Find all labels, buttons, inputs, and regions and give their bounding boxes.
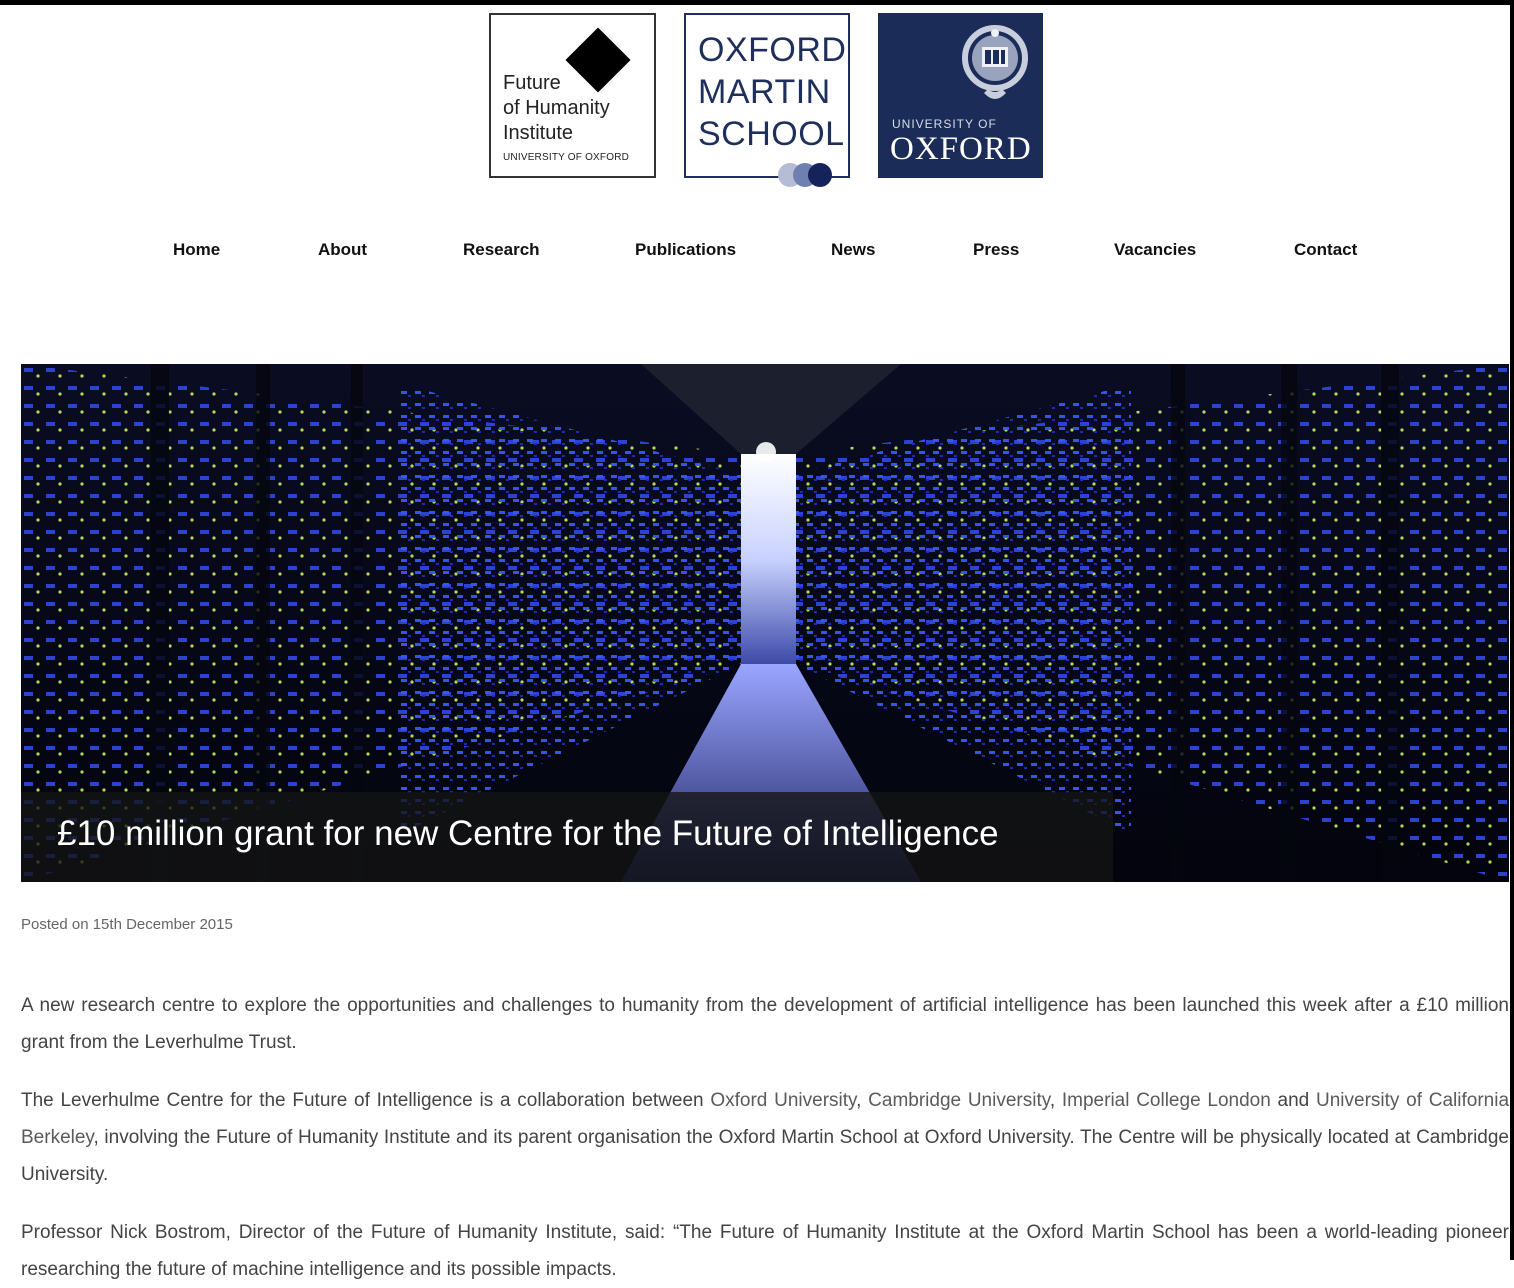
fhi-logo-text: Future of Humanity Institute: [503, 71, 610, 146]
paragraph-2-rest: , involving the Future of Humanity Insti…: [21, 1127, 1509, 1185]
fhi-line-1: Future: [503, 72, 561, 94]
university-of-oxford-logo[interactable]: UNIVERSITY OF OXFORD: [878, 13, 1043, 178]
oxford-crest-icon: [962, 25, 1028, 99]
paragraph-2-intro: The Leverhulme Centre for the Future of …: [21, 1090, 711, 1111]
oxford-logo-name: OXFORD: [890, 131, 1032, 167]
article-paragraph-1: A new research centre to explore the opp…: [21, 995, 1509, 1053]
hero-image[interactable]: £10 million grant for new Centre for the…: [21, 364, 1509, 882]
hero-caption[interactable]: £10 million grant for new Centre for the…: [57, 814, 999, 854]
article-paragraph-3: Professor Nick Bostrom, Director of the …: [21, 1222, 1509, 1280]
main-nav: Home About Research Publications News Pr…: [0, 240, 1514, 262]
separator: ,: [1049, 1090, 1062, 1111]
link-cambridge-university[interactable]: Cambridge University: [868, 1090, 1050, 1111]
posted-date: Posted on 15th December 2015: [21, 916, 233, 933]
separator: and: [1270, 1090, 1316, 1111]
top-border: [0, 0, 1514, 5]
separator: ,: [856, 1090, 869, 1111]
oxford-martin-school-logo[interactable]: OXFORD MARTIN SCHOOL: [684, 13, 850, 187]
oms-dots-icon: [778, 163, 848, 189]
fhi-line-2: of Humanity: [503, 97, 610, 119]
fhi-logo[interactable]: Future of Humanity Institute UNIVERSITY …: [489, 13, 656, 178]
nav-press[interactable]: Press: [973, 240, 1019, 260]
nav-news[interactable]: News: [831, 240, 875, 260]
oms-line-2: MARTIN: [698, 73, 831, 111]
fhi-logo-sub: UNIVERSITY OF OXFORD: [503, 152, 630, 163]
oxford-logo-univ: UNIVERSITY OF: [892, 117, 997, 131]
nav-contact[interactable]: Contact: [1294, 240, 1357, 260]
nav-about[interactable]: About: [318, 240, 367, 260]
link-imperial-college-london[interactable]: Imperial College London: [1062, 1090, 1271, 1111]
fhi-line-3: Institute: [503, 122, 574, 144]
oms-line-1: OXFORD: [698, 31, 847, 69]
nav-research[interactable]: Research: [463, 240, 540, 260]
link-oxford-university[interactable]: Oxford University: [710, 1090, 856, 1111]
nav-publications[interactable]: Publications: [635, 240, 736, 260]
right-border: [1510, 0, 1514, 1260]
article-paragraph-2: The Leverhulme Centre for the Future of …: [21, 1082, 1509, 1193]
nav-home[interactable]: Home: [173, 240, 220, 260]
oms-line-3: SCHOOL: [698, 115, 845, 153]
nav-vacancies[interactable]: Vacancies: [1114, 240, 1196, 260]
